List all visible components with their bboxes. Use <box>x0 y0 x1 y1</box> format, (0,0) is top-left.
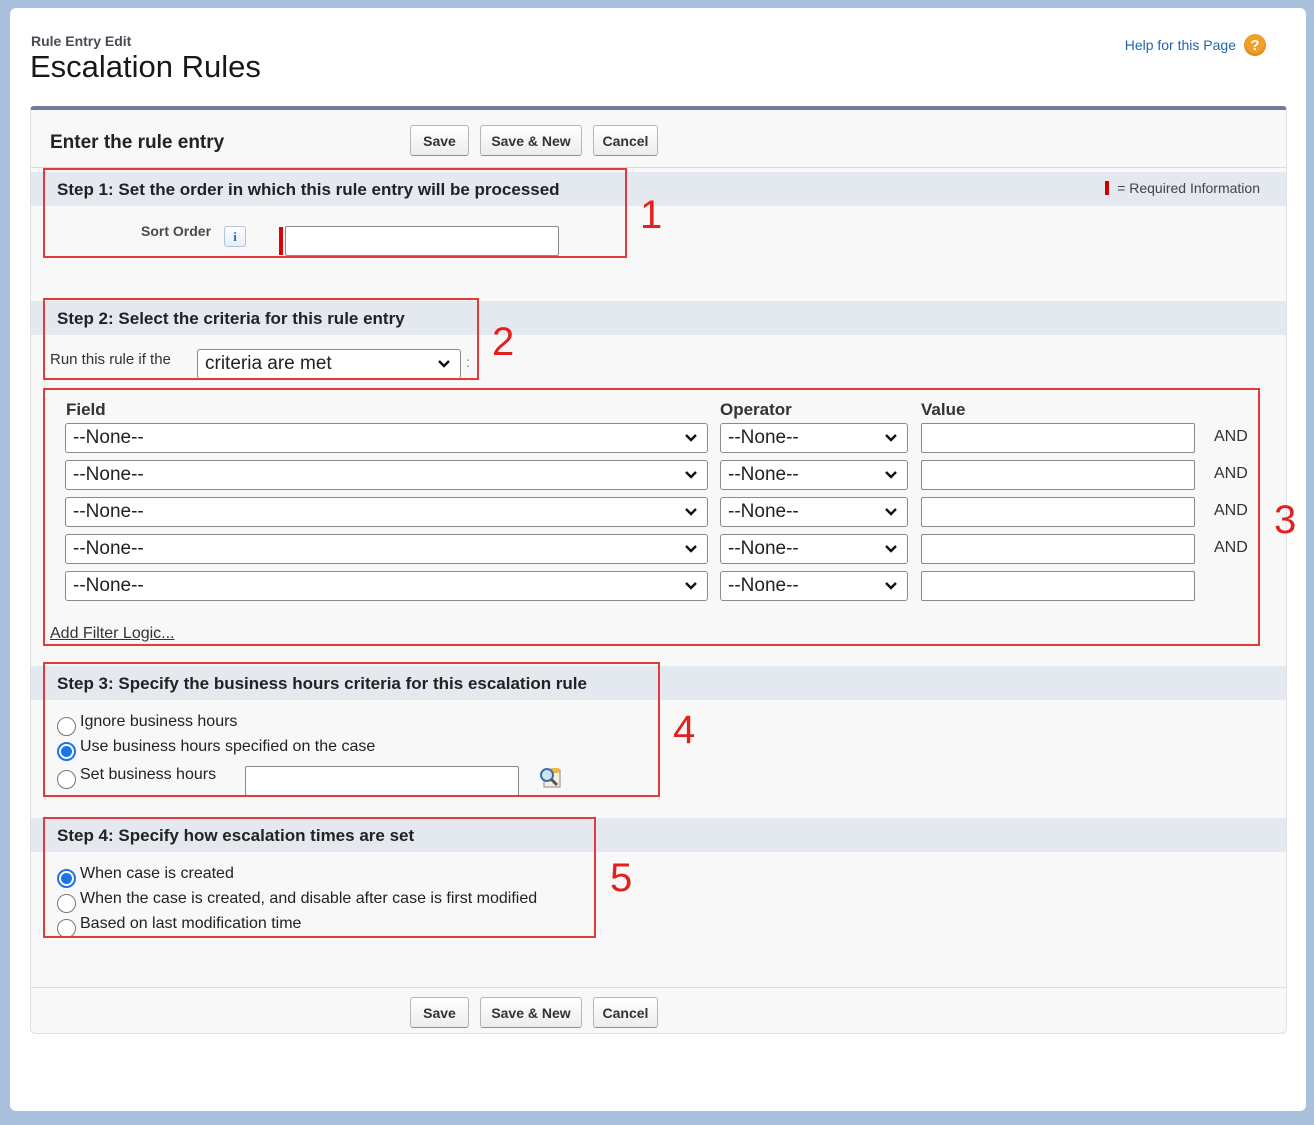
required-bar-icon <box>1105 181 1110 195</box>
help-link-group[interactable]: Help for this Page ? <box>1125 34 1266 56</box>
panel-title: Enter the rule entry <box>50 132 225 153</box>
footer-save-button[interactable]: Save <box>410 997 469 1028</box>
question-circle-icon[interactable]: ? <box>1244 34 1266 56</box>
annotation-number-3: 3 <box>1274 498 1297 542</box>
annotation-box-5 <box>43 817 596 938</box>
annotation-number-1: 1 <box>640 193 663 237</box>
footer-divider <box>31 987 1286 988</box>
annotation-number-4: 4 <box>673 708 696 752</box>
required-legend: = Required Information <box>1105 180 1260 196</box>
help-link[interactable]: Help for this Page <box>1125 37 1236 53</box>
page-container: Rule Entry Edit Escalation Rules Help fo… <box>10 8 1306 1111</box>
annotation-box-3 <box>43 388 1260 646</box>
save-new-button[interactable]: Save & New <box>480 125 582 156</box>
annotation-number-2: 2 <box>492 320 515 364</box>
required-legend-text: = Required Information <box>1117 180 1260 196</box>
annotation-box-2 <box>43 298 479 380</box>
annotation-number-5: 5 <box>610 856 633 900</box>
footer-cancel-button[interactable]: Cancel <box>593 997 658 1028</box>
save-button[interactable]: Save <box>410 125 469 156</box>
page-title: Escalation Rules <box>30 49 261 84</box>
page-subtitle: Rule Entry Edit <box>31 33 132 49</box>
cancel-button[interactable]: Cancel <box>593 125 658 156</box>
annotation-box-1 <box>43 168 627 258</box>
footer-save-new-button[interactable]: Save & New <box>480 997 582 1028</box>
annotation-box-4 <box>43 662 660 797</box>
panel-header: Enter the rule entry Save Save & New Can… <box>31 110 1286 168</box>
